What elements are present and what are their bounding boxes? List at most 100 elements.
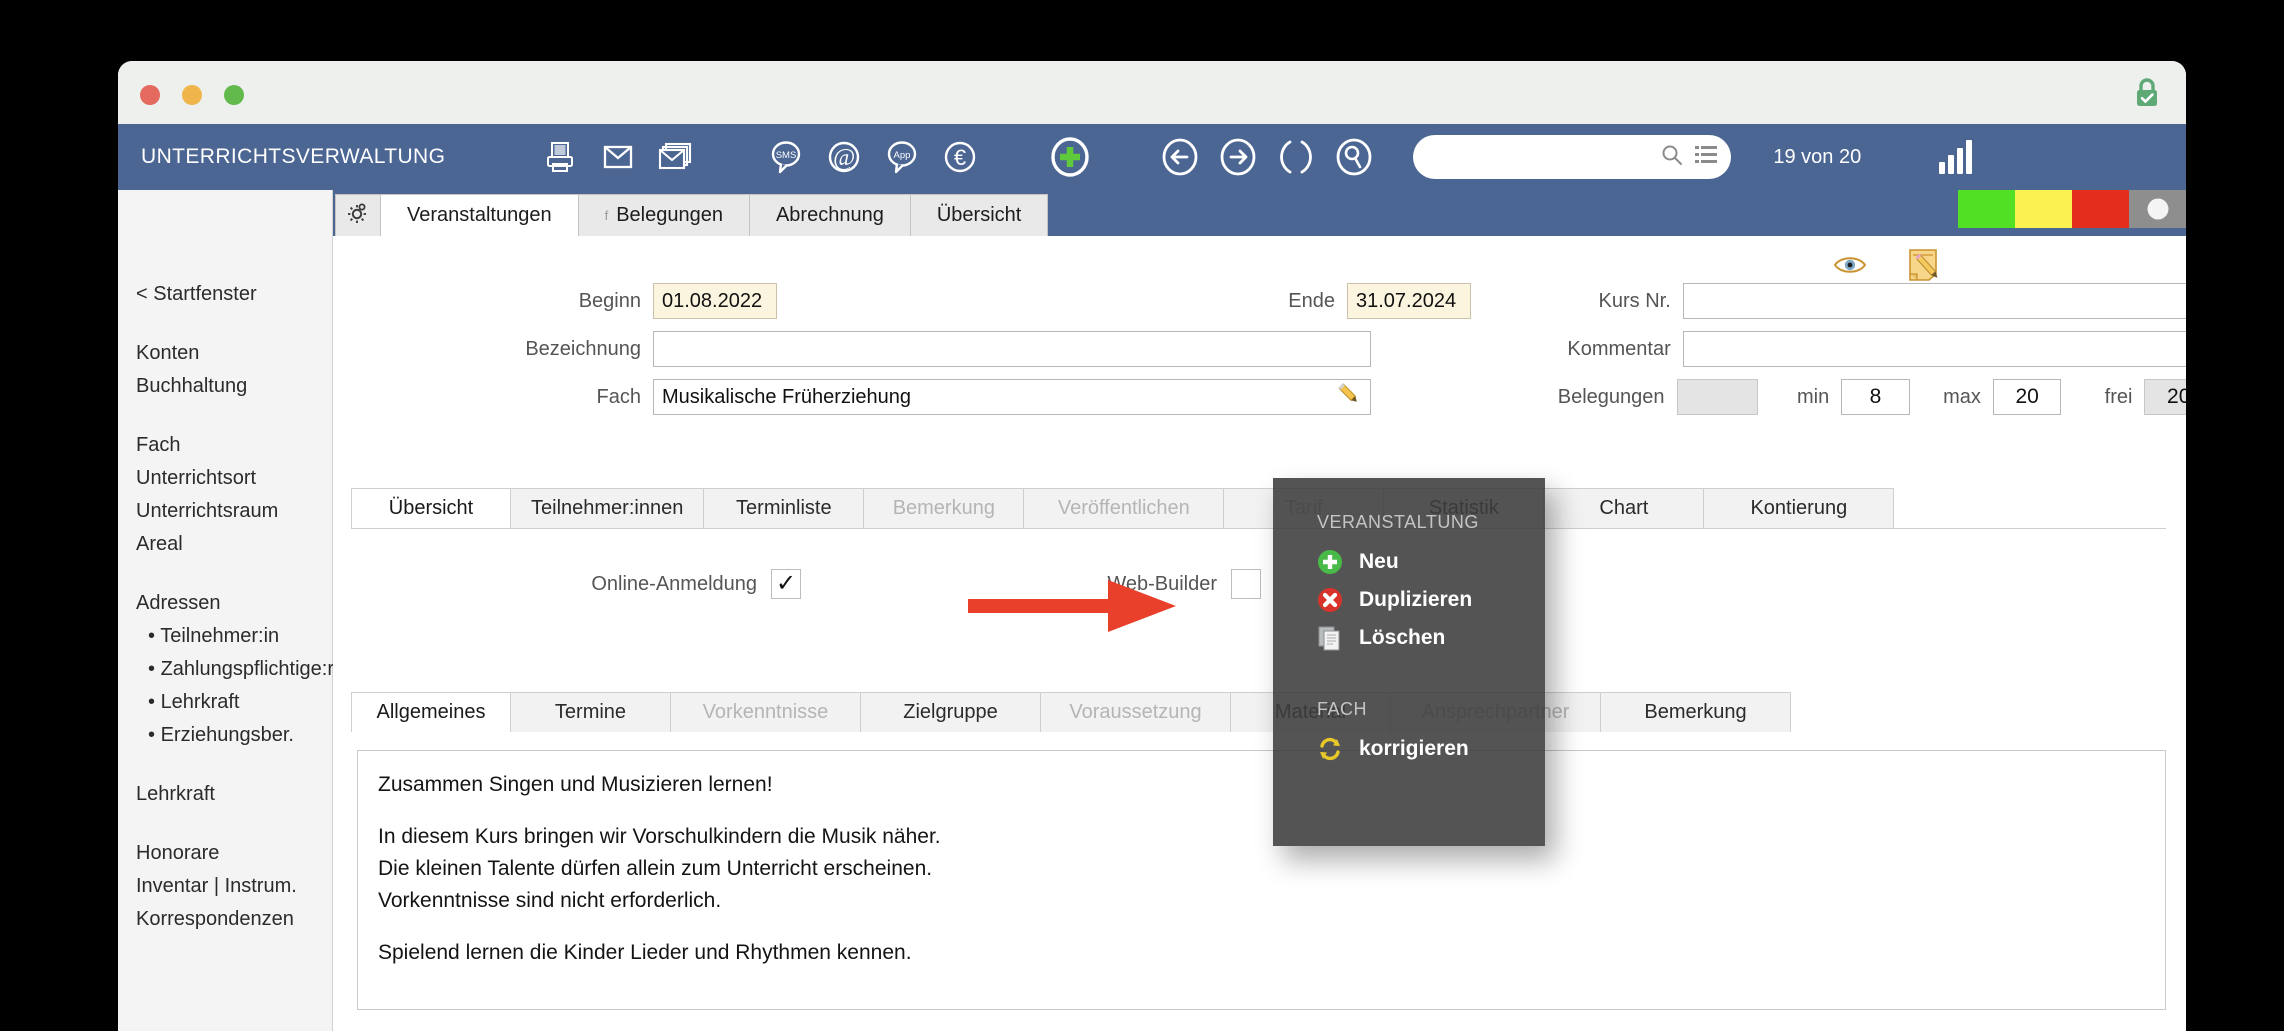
arrow-left-circle-icon[interactable] xyxy=(1151,130,1209,184)
context-menu-section-fach: FACH xyxy=(1317,699,1368,719)
tab-uebersicht-top[interactable]: Übersicht xyxy=(910,194,1049,236)
sidebar-item-fach[interactable]: Fach xyxy=(118,429,332,462)
indicator-red[interactable] xyxy=(2072,190,2129,228)
context-menu-item-neu[interactable]: Neu xyxy=(1273,543,1545,581)
description-textarea[interactable]: Zusammen Singen und Musizieren lernen! I… xyxy=(357,750,2166,1010)
sidebar-item-unterrichtsort[interactable]: Unterrichtsort xyxy=(118,462,332,495)
sidebar-item-konten[interactable]: Konten xyxy=(118,337,332,370)
label-max: max xyxy=(1943,385,1981,408)
indicator-yellow[interactable] xyxy=(2015,190,2072,228)
arrow-right-circle-icon[interactable] xyxy=(1209,130,1267,184)
refresh-yellow-icon xyxy=(1317,736,1343,762)
tab-vorkenntnisse[interactable]: Vorkenntnisse xyxy=(671,692,861,732)
overview-panel: Online-Anmeldung ✓ Web-Builder xyxy=(351,528,2166,688)
field-bezeichnung[interactable] xyxy=(653,331,1371,367)
tab-termine[interactable]: Termine xyxy=(511,692,671,732)
envelope-icon[interactable] xyxy=(589,130,647,184)
context-menu-section-veranstaltung: VERANSTALTUNG xyxy=(1317,512,1479,532)
indicator-gray-dot[interactable] xyxy=(2129,190,2186,228)
sidebar-item-teilnehmer[interactable]: • Teilnehmer:in xyxy=(118,620,332,653)
label-frei: frei xyxy=(2104,385,2133,408)
sidebar-item-adressen[interactable]: Adressen xyxy=(118,587,332,620)
svg-text:App: App xyxy=(894,150,911,161)
sidebar-item-korrespondenzen[interactable]: Korrespondenzen xyxy=(118,903,332,936)
field-max[interactable]: 20 xyxy=(1992,379,2062,415)
search-icon[interactable] xyxy=(1661,144,1683,171)
tab-allgemeines[interactable]: Allgemeines xyxy=(351,692,511,732)
pencil-icon[interactable] xyxy=(1336,381,1362,413)
row-kommentar: Kommentar xyxy=(1513,328,2186,370)
search-field-container[interactable] xyxy=(1413,135,1732,179)
checkbox-web-builder[interactable] xyxy=(1231,569,1261,599)
checkbox-online-anmeldung[interactable]: ✓ xyxy=(771,569,801,599)
field-belegungen xyxy=(1676,379,1759,415)
sidebar-item-unterrichtsraum[interactable]: Unterrichtsraum xyxy=(118,495,332,528)
context-menu-item-loeschen[interactable]: Duplizieren xyxy=(1273,581,1545,619)
tab-bemerkung-secondary[interactable]: Bemerkung xyxy=(864,488,1025,528)
tab-label: Teilnehmer:innen xyxy=(531,497,684,519)
tab-terminliste[interactable]: Terminliste xyxy=(704,488,865,528)
tab-voraussetzung[interactable]: Voraussetzung xyxy=(1041,692,1231,732)
primary-tab-strip: Veranstaltungen f Belegungen Abrechnung … xyxy=(333,190,2186,236)
printer-icon[interactable] xyxy=(531,130,589,184)
refresh-circle-icon[interactable] xyxy=(1267,130,1325,184)
window-controls[interactable] xyxy=(140,85,244,105)
sidebar-item-zahlungspflichtige[interactable]: • Zahlungspflichtige:r xyxy=(118,653,334,686)
tab-label: Übersicht xyxy=(388,497,474,519)
euro-icon[interactable]: € xyxy=(931,130,989,184)
app-bubble-icon[interactable]: App xyxy=(873,130,931,184)
sidebar-item-lehrkraft[interactable]: Lehrkraft xyxy=(118,778,332,811)
tab-kontierung[interactable]: Kontierung xyxy=(1704,488,1895,528)
sms-bubble-icon[interactable]: SMS xyxy=(757,130,815,184)
envelope-stack-icon[interactable] xyxy=(647,130,705,184)
tab-teilnehmer-innen[interactable]: Teilnehmer:innen xyxy=(511,488,705,528)
sidebar-item-honorare[interactable]: Honorare xyxy=(118,837,332,870)
sidebar-item-startfenster[interactable]: < Startfenster xyxy=(118,278,332,311)
minimize-window-button[interactable] xyxy=(182,85,202,105)
tab-veroeffentlichen[interactable]: Veröffentlichen xyxy=(1024,488,1225,528)
overview-checkbox-row: Online-Anmeldung ✓ Web-Builder xyxy=(351,529,2166,599)
primary-tabs: Veranstaltungen f Belegungen Abrechnung … xyxy=(333,190,2186,236)
indicator-green[interactable] xyxy=(1958,190,2015,228)
tertiary-tab-section: Allgemeines Termine Vorkenntnisse Zielgr… xyxy=(333,688,2186,1010)
form-left-column: Beginn 01.08.2022 Ende 31.07.2024 Bezeic… xyxy=(333,280,1493,424)
field-min[interactable]: 8 xyxy=(1841,379,1910,415)
context-menu-item-korrigieren[interactable]: korrigieren xyxy=(1273,730,1545,768)
tab-belegungen[interactable]: f Belegungen xyxy=(578,194,750,236)
form-right-column: Kurs Nr. Kommentar Belegungen min 8 max … xyxy=(1513,280,2186,424)
list-view-icon[interactable] xyxy=(1695,145,1718,170)
sidebar-item-erziehungsber[interactable]: • Erziehungsber. xyxy=(118,719,332,752)
tab-label: Abrechnung xyxy=(775,204,884,226)
tab-chart[interactable]: Chart xyxy=(1544,488,1705,528)
plus-circle-icon[interactable] xyxy=(1041,130,1099,184)
tab-label: Zielgruppe xyxy=(903,701,998,723)
tab-abrechnung[interactable]: Abrechnung xyxy=(749,194,911,236)
search-input[interactable] xyxy=(1431,146,1662,168)
tab-zielgruppe[interactable]: Zielgruppe xyxy=(861,692,1041,732)
status-indicator-strip xyxy=(1958,190,2186,228)
settings-gear-tab[interactable] xyxy=(335,194,381,236)
close-window-button[interactable] xyxy=(140,85,160,105)
label-online-anmeldung: Online-Anmeldung xyxy=(591,572,757,595)
at-sign-icon[interactable]: @ xyxy=(815,130,873,184)
sidebar-item-buchhaltung[interactable]: Buchhaltung xyxy=(118,370,332,403)
sidebar-item-areal[interactable]: Areal xyxy=(118,528,332,561)
sidebar-item-inventar[interactable]: Inventar | Instrum. xyxy=(118,870,332,903)
tab-uebersicht[interactable]: Übersicht xyxy=(351,488,511,528)
description-line-2: In diesem Kurs bringen wir Vorschulkinde… xyxy=(378,824,941,848)
field-kursnr[interactable] xyxy=(1682,283,2186,319)
maximize-window-button[interactable] xyxy=(224,85,244,105)
field-beginn[interactable]: 01.08.2022 xyxy=(653,283,777,319)
field-fach[interactable]: Musikalische Früherziehung xyxy=(653,379,1371,415)
context-menu-item-duplizieren[interactable]: Löschen xyxy=(1273,619,1545,657)
sidebar-item-lehrkraft-adresse[interactable]: • Lehrkraft xyxy=(118,686,332,719)
tab-label: Allgemeines xyxy=(376,701,486,723)
label-bezeichnung: Bezeichnung xyxy=(525,337,641,360)
label-beginn: Beginn xyxy=(578,289,641,312)
tab-label: Veröffentlichen xyxy=(1057,497,1190,519)
tab-veranstaltungen[interactable]: Veranstaltungen xyxy=(381,194,579,236)
field-kommentar[interactable] xyxy=(1682,331,2186,367)
tab-bemerkung-tertiary[interactable]: Bemerkung xyxy=(1601,692,1791,732)
search-magnifier-circle-icon[interactable] xyxy=(1325,130,1383,184)
field-ende[interactable]: 31.07.2024 xyxy=(1347,283,1471,319)
